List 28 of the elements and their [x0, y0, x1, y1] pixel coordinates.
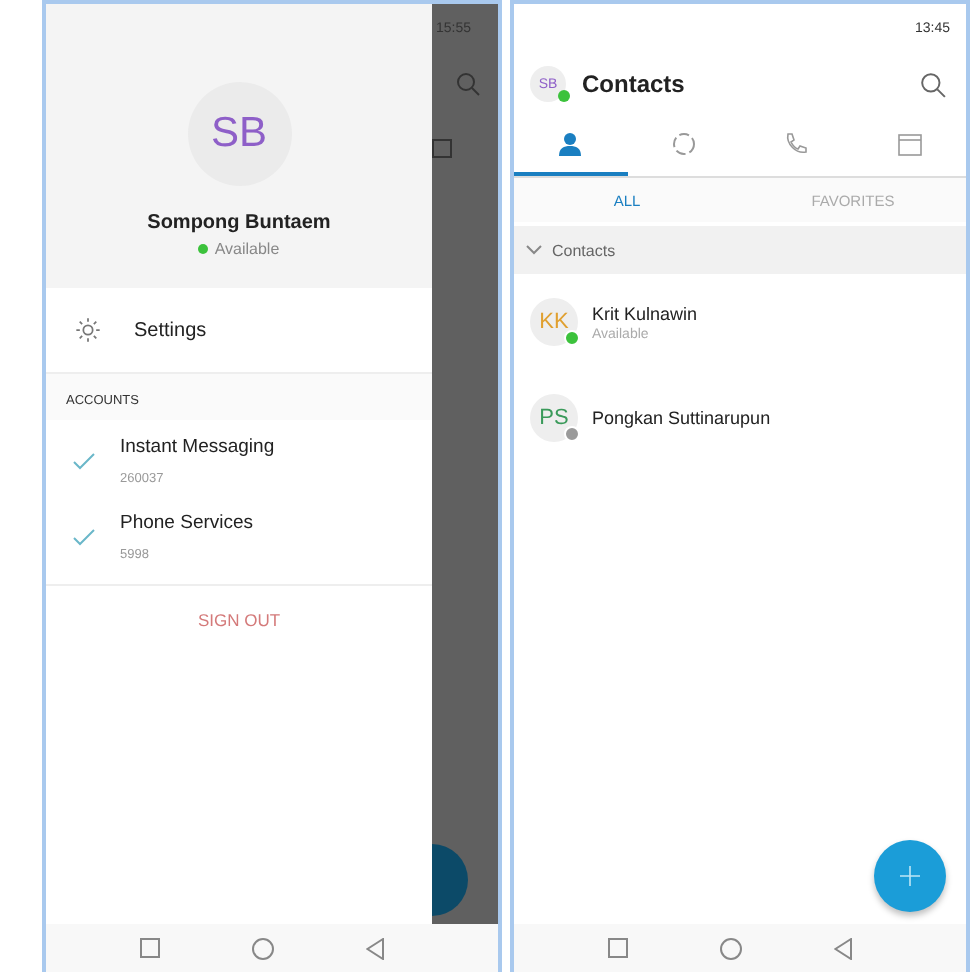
calendar-icon: [897, 132, 922, 156]
recents-icon[interactable]: [608, 938, 628, 958]
screen-title: Contacts: [582, 70, 687, 98]
avatar: SB: [187, 82, 291, 186]
settings-icon: [74, 316, 102, 344]
presence-text: Available: [214, 240, 280, 258]
group-header[interactable]: Contacts: [514, 226, 966, 274]
user-name: Sompong Buntaem: [147, 212, 331, 234]
phone-icon: [784, 132, 809, 156]
search-icon: [456, 72, 480, 96]
home-icon[interactable]: [252, 937, 274, 959]
avatar: PS: [530, 394, 578, 442]
recents-icon[interactable]: [140, 938, 160, 958]
avatar: KK: [530, 298, 578, 346]
contact-name: Pongkan Suttinarupun: [592, 408, 771, 428]
search-icon[interactable]: [920, 71, 946, 97]
back-icon[interactable]: [366, 937, 384, 959]
home-icon[interactable]: [720, 937, 742, 959]
account-name: Phone Services: [120, 512, 254, 534]
contact-name: Krit Kulnawin: [592, 303, 698, 323]
group-label: Contacts: [552, 241, 616, 259]
account-name: Instant Messaging: [120, 436, 275, 458]
calendar-icon: [432, 138, 452, 158]
plus-icon: [900, 866, 920, 886]
back-icon[interactable]: [834, 937, 852, 959]
add-button[interactable]: [874, 840, 946, 912]
contact-item[interactable]: PS Pongkan Suttinarupun: [514, 370, 966, 466]
person-icon: [558, 132, 583, 156]
